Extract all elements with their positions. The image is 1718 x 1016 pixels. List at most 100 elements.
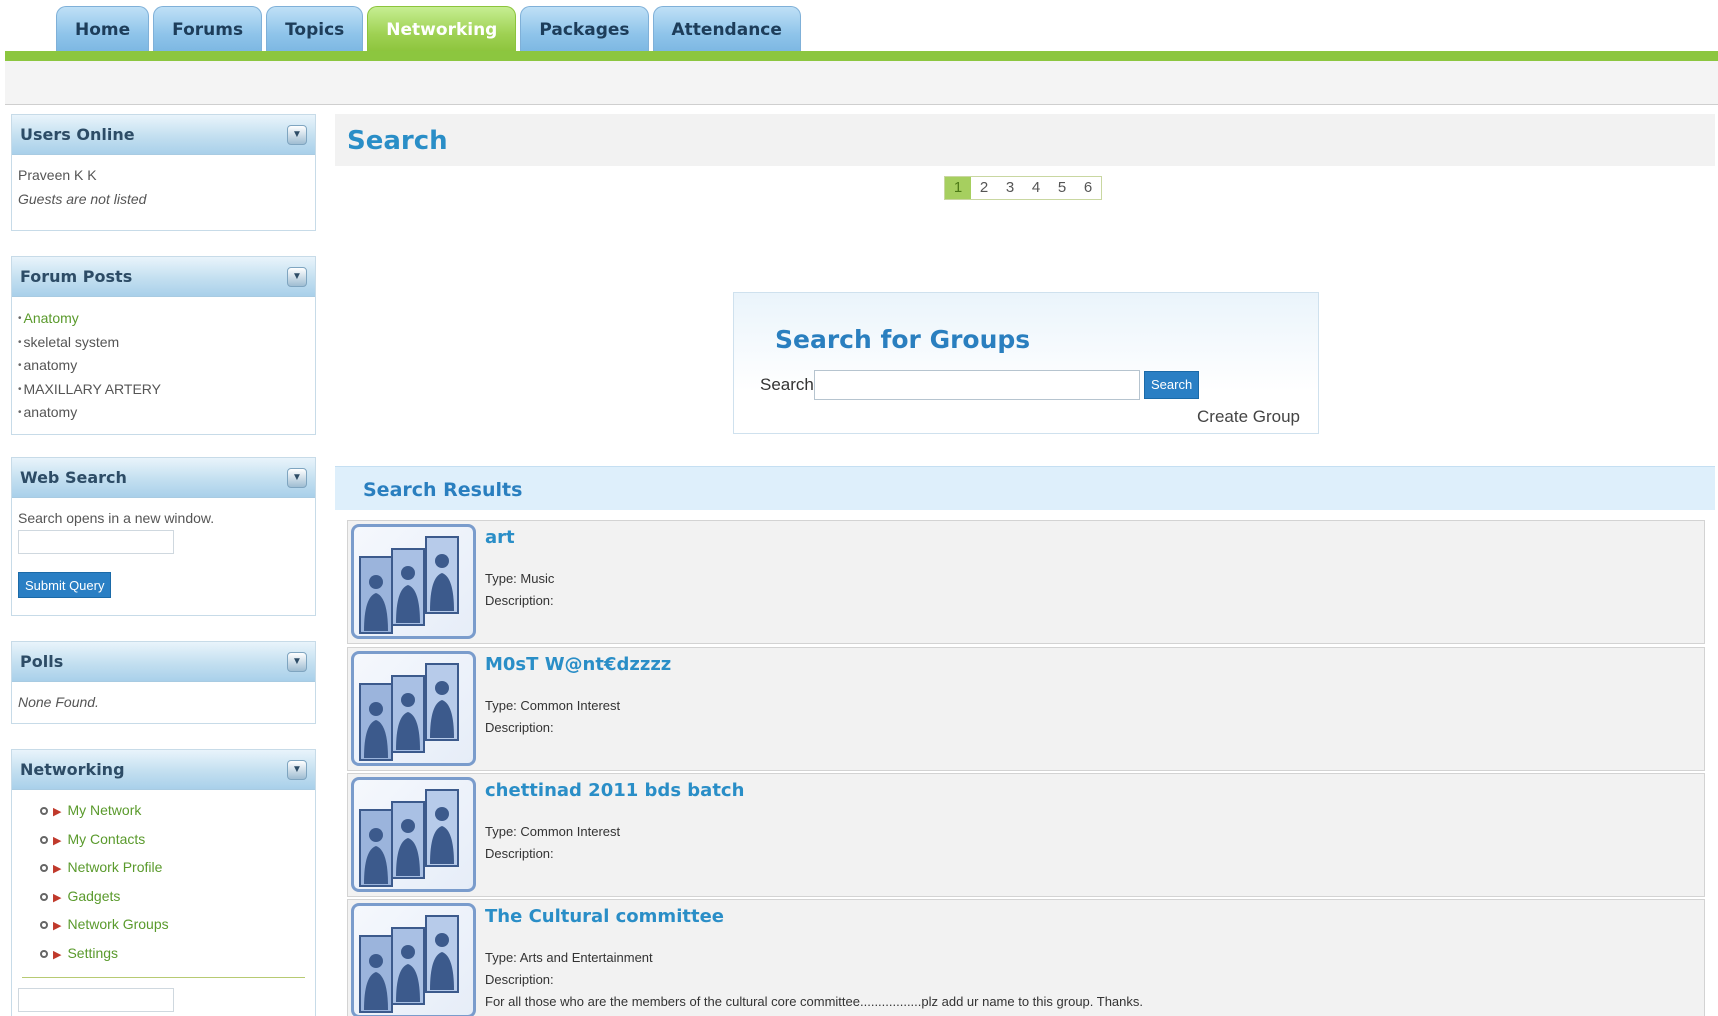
- collapse-icon[interactable]: ▼: [287, 651, 307, 672]
- collapse-icon[interactable]: ▼: [287, 124, 307, 145]
- web-search-input[interactable]: [18, 530, 174, 554]
- page-link[interactable]: 6: [1075, 177, 1101, 199]
- arrow-right-icon: ▶: [53, 806, 62, 818]
- group-avatar-icon[interactable]: [351, 903, 476, 1016]
- group-search-input[interactable]: [814, 370, 1140, 400]
- web-search-header: Web Search ▼: [12, 458, 315, 498]
- search-results-header: Search Results: [335, 466, 1715, 510]
- forum-post-item[interactable]: • anatomy: [18, 401, 309, 425]
- nav-tabs: Home Forums Topics Networking Packages A…: [56, 6, 801, 52]
- circle-bullet-icon: [40, 807, 48, 816]
- arrow-right-icon: ▶: [53, 948, 62, 961]
- forum-post-link[interactable]: MAXILLARY ARTERY: [24, 381, 161, 397]
- web-search-panel: Web Search ▼ Search opens in a new windo…: [11, 457, 316, 616]
- networking-header: Networking ▼: [12, 750, 315, 790]
- network-menu-item[interactable]: ▶ Network Profile: [40, 853, 309, 882]
- page-link[interactable]: 5: [1049, 177, 1075, 199]
- polls-title: Polls: [20, 652, 64, 671]
- my-network-link[interactable]: My Network: [67, 802, 141, 818]
- networking-search-input[interactable]: [18, 988, 174, 1012]
- group-avatar-icon[interactable]: [351, 524, 476, 639]
- divider: [22, 977, 305, 978]
- my-contacts-link[interactable]: My Contacts: [67, 831, 145, 847]
- network-menu-item[interactable]: ▶ My Contacts: [40, 825, 309, 854]
- forum-post-link[interactable]: anatomy: [24, 357, 78, 373]
- forum-post-item[interactable]: • Anatomy: [18, 307, 309, 331]
- forum-post-item[interactable]: • MAXILLARY ARTERY: [18, 378, 309, 402]
- search-groups-title: Search for Groups: [775, 325, 1031, 354]
- submit-query-button[interactable]: Submit Query: [18, 572, 112, 598]
- users-online-header: Users Online ▼: [12, 115, 315, 155]
- users-online-title: Users Online: [20, 125, 135, 144]
- group-avatar-icon[interactable]: [351, 651, 476, 766]
- settings-link[interactable]: Settings: [67, 945, 118, 961]
- network-menu-item[interactable]: ▶ My Network: [40, 796, 309, 825]
- arrow-right-icon: ▶: [53, 891, 62, 904]
- page-link[interactable]: 4: [1023, 177, 1049, 199]
- users-online-panel: Users Online ▼ Praveen K K Guests are no…: [11, 114, 316, 231]
- polls-panel: Polls ▼ None Found.: [11, 641, 316, 724]
- group-description-label: Description:: [485, 972, 554, 987]
- result-row: M0sT W@nt€dzzzz Type: Common Interest De…: [347, 647, 1705, 771]
- group-type: Type: Common Interest: [485, 824, 621, 839]
- group-name-link[interactable]: chettinad 2011 bds batch: [485, 780, 744, 801]
- circle-bullet-icon: [40, 835, 48, 844]
- guests-note: Guests are not listed: [18, 191, 147, 207]
- group-name-link[interactable]: art: [485, 527, 515, 548]
- group-name-link[interactable]: M0sT W@nt€dzzzz: [485, 654, 671, 675]
- forum-post-item[interactable]: • anatomy: [18, 354, 309, 378]
- page-title: Search: [347, 126, 448, 156]
- forum-posts-header: Forum Posts ▼: [12, 257, 315, 297]
- network-groups-link[interactable]: Network Groups: [67, 916, 168, 932]
- top-navigation: Home Forums Topics Networking Packages A…: [0, 0, 1718, 62]
- forum-posts-title: Forum Posts: [20, 267, 133, 286]
- web-search-title: Web Search: [20, 468, 127, 487]
- tab-home[interactable]: Home: [56, 6, 150, 52]
- online-user[interactable]: Praveen K K: [18, 163, 309, 187]
- group-type: Type: Arts and Entertainment: [485, 950, 653, 965]
- network-menu-item[interactable]: ▶ Network Groups: [40, 910, 309, 939]
- arrow-right-icon: ▶: [53, 920, 62, 932]
- page-link-current[interactable]: 1: [945, 177, 971, 199]
- forum-posts-panel: Forum Posts ▼ • Anatomy • skeletal system …: [11, 256, 316, 435]
- arrow-right-icon: ▶: [53, 834, 62, 847]
- search-results-title: Search Results: [363, 479, 523, 501]
- polls-header: Polls ▼: [12, 642, 315, 682]
- page-link[interactable]: 2: [971, 177, 997, 199]
- forum-post-link[interactable]: anatomy: [24, 404, 78, 420]
- network-profile-link[interactable]: Network Profile: [67, 859, 162, 875]
- tab-networking[interactable]: Networking: [367, 6, 517, 52]
- arrow-right-icon: ▶: [53, 863, 62, 875]
- page-link[interactable]: 3: [997, 177, 1023, 199]
- forum-post-link[interactable]: skeletal system: [24, 334, 120, 350]
- group-name-link[interactable]: The Cultural committee: [485, 906, 724, 927]
- tab-topics[interactable]: Topics: [266, 6, 364, 52]
- gadgets-link[interactable]: Gadgets: [67, 888, 120, 904]
- group-description-label: Description:: [485, 846, 554, 861]
- network-menu-item[interactable]: ▶ Gadgets: [40, 882, 309, 911]
- group-description-label: Description:: [485, 720, 554, 735]
- polls-note: None Found.: [18, 694, 99, 710]
- circle-bullet-icon: [40, 864, 48, 873]
- networking-panel: Networking ▼ ▶ My Network ▶ My Contacts ▶ N…: [11, 749, 316, 1016]
- create-group-link[interactable]: Create Group: [1197, 407, 1300, 427]
- page-title-bar: Search: [335, 114, 1715, 166]
- tab-forums[interactable]: Forums: [153, 6, 263, 52]
- search-button[interactable]: Search: [1144, 371, 1200, 399]
- network-menu-item[interactable]: ▶ Settings: [40, 939, 309, 968]
- web-search-note: Search opens in a new window.: [18, 510, 215, 526]
- forum-post-item[interactable]: • skeletal system: [18, 331, 309, 355]
- tab-attendance[interactable]: Attendance: [652, 6, 801, 52]
- result-row: art Type: Music Description:: [347, 520, 1705, 644]
- group-avatar-icon[interactable]: [351, 777, 476, 892]
- collapse-icon[interactable]: ▼: [287, 467, 307, 488]
- search-label: Search: [760, 375, 814, 394]
- circle-bullet-icon: [40, 949, 48, 958]
- tab-packages[interactable]: Packages: [520, 6, 649, 52]
- networking-title: Networking: [20, 760, 125, 779]
- forum-post-link[interactable]: Anatomy: [24, 310, 79, 326]
- collapse-icon[interactable]: ▼: [287, 759, 307, 780]
- group-description-text: For all those who are the members of the…: [485, 994, 1144, 1009]
- group-type: Type: Common Interest: [485, 698, 621, 713]
- collapse-icon[interactable]: ▼: [287, 266, 307, 287]
